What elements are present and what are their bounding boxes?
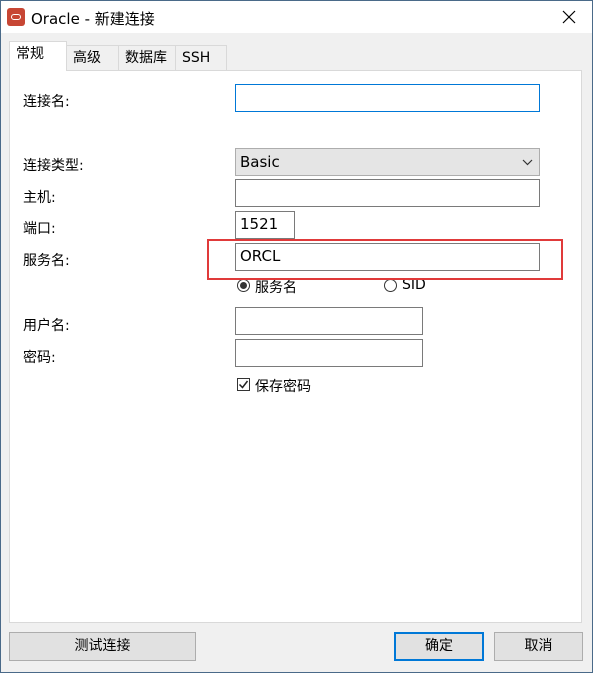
close-button[interactable] <box>546 1 592 33</box>
password-label: 密码: <box>23 350 56 366</box>
port-input[interactable]: 1521 <box>235 211 295 239</box>
cancel-button[interactable]: 取消 <box>494 632 583 661</box>
window-title: Oracle - 新建连接 <box>31 10 155 28</box>
save-password-checkbox[interactable] <box>237 378 250 391</box>
general-panel: 连接名: 连接类型: Basic 主机: 端口: 1521 服务名: ORCL … <box>9 70 582 623</box>
tab-general[interactable]: 常规 <box>9 41 67 71</box>
connection-type-value: Basic <box>240 153 280 171</box>
connection-type-label: 连接类型: <box>23 158 84 174</box>
service-name-radio[interactable] <box>237 279 250 292</box>
password-input[interactable] <box>235 339 423 367</box>
highlight-annotation <box>207 239 563 280</box>
chevron-down-icon <box>522 159 533 166</box>
host-label: 主机: <box>23 190 56 206</box>
service-name-label: 服务名: <box>23 253 70 269</box>
test-connection-button[interactable]: 测试连接 <box>9 632 196 661</box>
tab-ssh[interactable]: SSH <box>175 45 227 71</box>
title-bar: Oracle - 新建连接 <box>1 1 592 33</box>
connection-name-label: 连接名: <box>23 94 70 110</box>
tab-advanced[interactable]: 高级 <box>66 45 119 71</box>
save-password-label: 保存密码 <box>255 379 311 395</box>
port-label: 端口: <box>23 221 56 237</box>
close-icon <box>562 10 576 24</box>
host-input[interactable] <box>235 179 540 207</box>
tab-database[interactable]: 数据库 <box>118 45 176 71</box>
dialog-window: Oracle - 新建连接 常规 高级 数据库 SSH 连接名: 连接类型: B… <box>0 0 593 673</box>
sid-radio[interactable] <box>384 279 397 292</box>
username-label: 用户名: <box>23 318 70 334</box>
oracle-icon <box>7 8 25 26</box>
username-input[interactable] <box>235 307 423 335</box>
connection-name-input[interactable] <box>235 84 540 112</box>
ok-button[interactable]: 确定 <box>394 632 484 661</box>
checkmark-icon <box>238 380 249 389</box>
connection-type-select[interactable]: Basic <box>235 148 540 176</box>
service-name-radio-label: 服务名 <box>255 280 297 296</box>
